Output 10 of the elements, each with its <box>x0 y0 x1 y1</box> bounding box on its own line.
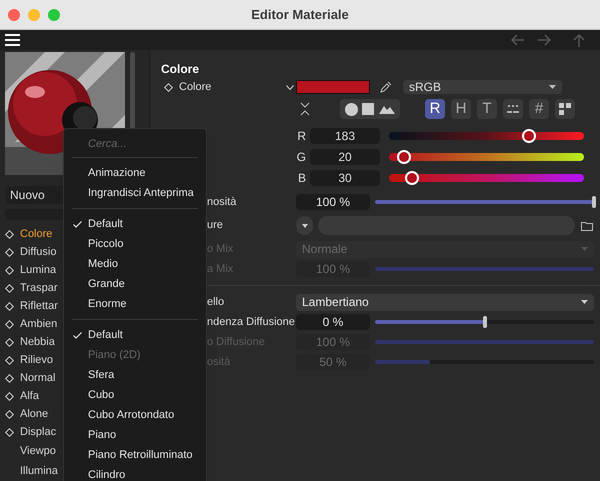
parameter-label: ello <box>206 294 226 310</box>
section-heading: Colore <box>160 61 200 76</box>
channel-label: B <box>296 170 307 187</box>
parameter-label: ure <box>206 218 224 234</box>
window-title: Editor Materiale <box>251 6 349 24</box>
channel-label: R <box>296 128 307 145</box>
channel-label: G <box>296 149 307 166</box>
parameter-label: nosità <box>206 194 238 210</box>
parameter-label: ndenza Diffusione <box>206 314 296 330</box>
color-label: Colore <box>179 80 212 95</box>
